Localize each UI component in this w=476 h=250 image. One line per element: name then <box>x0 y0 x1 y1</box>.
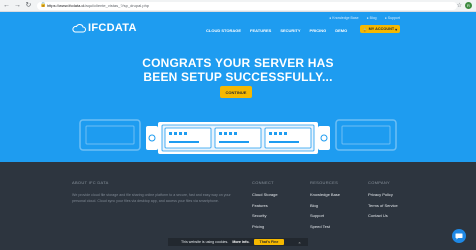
footer-link-knowledge-base[interactable]: Knowledge Base <box>310 192 340 197</box>
footer-link-support[interactable]: Support <box>310 213 340 218</box>
footer-link-privacy-policy[interactable]: Privacy Policy <box>368 192 398 197</box>
menu-cloud-storage[interactable]: CLOUD STORAGE <box>206 28 241 33</box>
my-account-button[interactable]: 🔒 MY ACCOUNT ▾ <box>360 25 400 33</box>
footer-link-security[interactable]: Security <box>252 213 278 218</box>
back-icon[interactable]: ← <box>2 1 11 10</box>
footer-resources-column: RESOURCES Knowledge Base Blog Support Sp… <box>310 180 340 234</box>
footer-link-speed-test[interactable]: Speed Test <box>310 224 340 229</box>
connect-heading: CONNECT <box>252 180 274 185</box>
hero-headline: CONGRATS YOUR SERVER HAS BEEN SETUP SUCC… <box>142 56 334 84</box>
logo-text: IFCDATA <box>88 22 137 34</box>
forward-icon[interactable]: → <box>13 1 22 10</box>
footer-link-pricing[interactable]: Pricing <box>252 224 278 229</box>
footer-link-contact[interactable]: Contact Us <box>368 213 398 218</box>
cookie-accept-button[interactable]: That's Fine <box>253 239 285 245</box>
profile-avatar[interactable]: R <box>465 2 472 9</box>
url-text: https://www.ifcdata.cl/aqui/cliente_vist… <box>46 3 150 8</box>
lock-icon: 🔒 <box>39 2 47 8</box>
reload-icon[interactable]: ↻ <box>24 1 33 10</box>
cookie-more-info-link[interactable]: More info. <box>232 240 249 244</box>
hero-section: ● Knowledge Base ● Blog ● Support IFCDAT… <box>0 12 476 162</box>
server-rack-illustration <box>79 119 397 154</box>
menu-pricing[interactable]: PRICING <box>310 28 327 33</box>
close-icon[interactable]: × <box>298 240 300 245</box>
menu-demo[interactable]: DEMO <box>335 28 347 33</box>
cookie-message: This website is using cookies. <box>181 240 229 244</box>
about-heading: ABOUT IFC DATA <box>72 180 109 185</box>
company-heading: COMPANY <box>368 180 391 185</box>
support-link[interactable]: ● Support <box>385 16 400 20</box>
footer-company-column: COMPANY Privacy Policy Terms of Service … <box>368 180 398 224</box>
menu-security[interactable]: SECURITY <box>280 28 300 33</box>
footer-connect-column: CONNECT Cloud Storage Features Security … <box>252 180 278 234</box>
top-links: ● Knowledge Base ● Blog ● Support <box>329 16 400 20</box>
browser-toolbar: ← → ↻ 🔒 https://www.ifcdata.cl/aqui/clie… <box>0 0 476 12</box>
continue-button[interactable]: CONTINUE <box>220 86 252 98</box>
cookie-banner: This website is using cookies. More info… <box>168 238 308 246</box>
chevron-down-icon: ▾ <box>395 27 398 32</box>
lock-icon: 🔒 <box>362 27 368 32</box>
about-text: We provide cloud file storage and file s… <box>72 193 231 203</box>
resources-heading: RESOURCES <box>310 180 339 185</box>
footer-link-terms[interactable]: Terms of Service <box>368 203 398 208</box>
site-logo[interactable]: IFCDATA <box>72 22 137 34</box>
chat-bubble-icon <box>455 233 463 239</box>
bookmark-star-icon[interactable]: ☆ <box>457 2 462 9</box>
blog-link[interactable]: ● Blog <box>367 16 377 20</box>
footer-link-blog[interactable]: Blog <box>310 203 340 208</box>
main-menu: CLOUD STORAGE FEATURES SECURITY PRICING … <box>206 28 347 33</box>
address-bar[interactable]: 🔒 https://www.ifcdata.cl/aqui/cliente_vi… <box>36 1 457 10</box>
menu-features[interactable]: FEATURES <box>250 28 271 33</box>
cloud-logo-icon <box>72 23 86 32</box>
footer-link-features[interactable]: Features <box>252 203 278 208</box>
footer-link-cloud-storage[interactable]: Cloud Storage <box>252 192 278 197</box>
chat-button[interactable] <box>452 229 466 243</box>
knowledge-base-link[interactable]: ● Knowledge Base <box>329 16 358 20</box>
site-footer: ABOUT IFC DATA We provide cloud file sto… <box>0 162 476 250</box>
